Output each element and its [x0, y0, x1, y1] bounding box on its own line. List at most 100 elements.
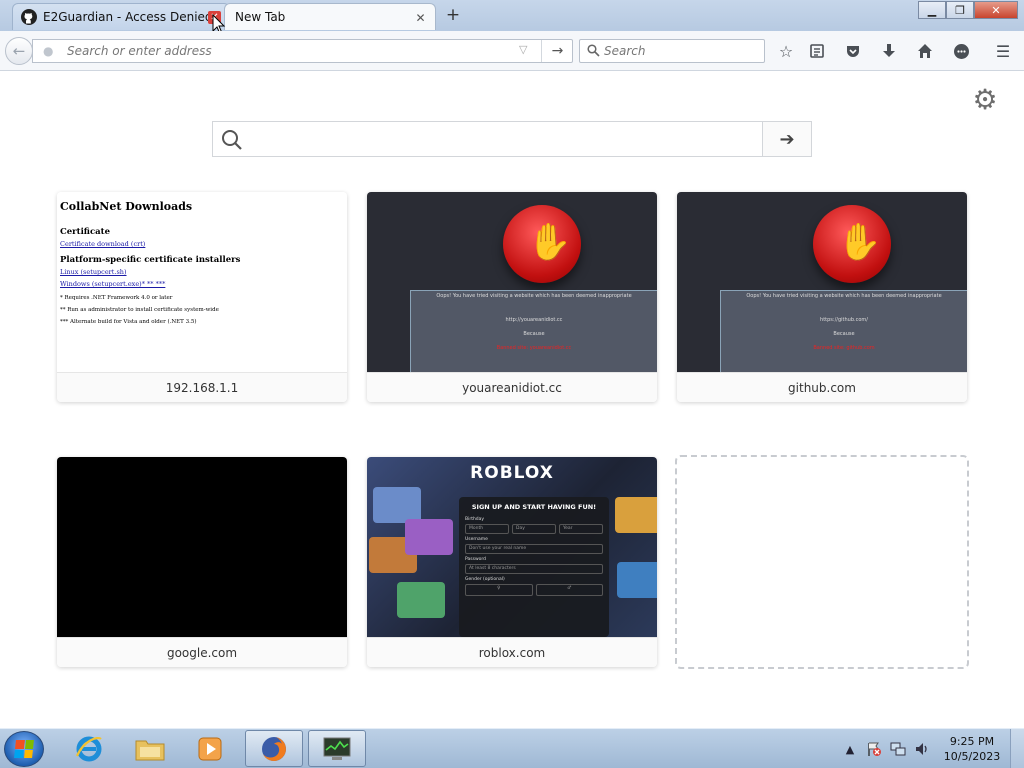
password-field: At least 8 characters — [465, 564, 603, 574]
blocked-reason: Banned site: github.com — [813, 345, 875, 351]
search-input[interactable] — [604, 44, 754, 58]
folder-icon[interactable] — [121, 730, 179, 767]
volume-icon[interactable] — [913, 740, 931, 758]
title-bar: E2Guardian - Access Denied ✕ New Tab ✕ +… — [0, 0, 1024, 32]
game-thumbnail — [617, 562, 657, 598]
restore-button[interactable]: ❐ — [946, 1, 974, 19]
taskbar: ▲ 9:25 PM 10/5/2023 — [0, 728, 1024, 768]
thumb-link: Linux (setupcert.sh) — [60, 268, 127, 276]
blocked-url: https://github.com/ — [820, 317, 868, 323]
url-bar[interactable]: ● ▽ → — [32, 39, 573, 63]
window-close-button[interactable]: ✕ — [974, 1, 1018, 19]
newtab-search-box[interactable]: ➔ — [212, 121, 812, 157]
close-icon[interactable]: ✕ — [414, 11, 427, 25]
firefox-icon[interactable] — [245, 730, 303, 767]
roblox-logo: ROBLOX — [470, 463, 554, 483]
thumb-link: Certificate download (crt) — [60, 240, 146, 248]
tab-new-tab[interactable]: New Tab ✕ — [224, 3, 436, 30]
window-controls: ▁ ❐ ✕ — [918, 1, 1018, 19]
tile-label: roblox.com — [367, 637, 657, 667]
tile-label: github.com — [677, 372, 967, 402]
task-manager-icon[interactable] — [308, 730, 366, 767]
search-icon — [222, 130, 242, 150]
gear-icon[interactable]: ⚙ — [969, 84, 1001, 116]
top-site-tile[interactable]: CollabNet Downloads Certificate Certific… — [57, 192, 347, 402]
chevron-down-icon[interactable]: ▽ — [519, 43, 527, 56]
username-label: Username — [465, 537, 488, 542]
download-icon[interactable] — [877, 39, 901, 63]
signup-form: SIGN UP AND START HAVING FUN! Birthday M… — [459, 497, 609, 637]
system-tray: ▲ 9:25 PM 10/5/2023 — [838, 729, 1024, 768]
start-button[interactable] — [4, 731, 44, 767]
hand-icon: ✋ — [527, 222, 572, 263]
top-site-tile[interactable]: google.com — [57, 457, 347, 667]
flag-icon[interactable] — [865, 740, 883, 758]
thumb-note: * Requires .NET Framework 4.0 or later — [60, 295, 173, 301]
hand-icon: ✋ — [837, 222, 882, 263]
month-select: Month — [465, 524, 509, 534]
game-thumbnail — [373, 487, 421, 523]
chevron-up-icon[interactable]: ▲ — [841, 740, 859, 758]
bookmark-star-icon[interactable]: ☆ — [774, 39, 798, 63]
game-thumbnail — [405, 519, 453, 555]
network-icon[interactable] — [889, 740, 907, 758]
blocked-reason: Banned site: youareanidiot.cc — [496, 345, 572, 351]
search-bar[interactable] — [579, 39, 765, 63]
pocket-icon[interactable] — [841, 39, 865, 63]
blocked-text: Oops! You have tried visiting a website … — [436, 293, 632, 299]
username-field: Don't use your real name — [465, 544, 603, 554]
male-icon: ♂ — [535, 584, 603, 596]
game-thumbnail — [615, 497, 657, 533]
menu-icon[interactable]: ☰ — [991, 39, 1015, 63]
thumb-heading: Certificate — [60, 227, 111, 237]
github-icon — [21, 9, 37, 25]
home-icon[interactable] — [913, 39, 937, 63]
thumb-note: *** Alternate build for Vista and older … — [60, 319, 197, 325]
system-clock[interactable]: 9:25 PM 10/5/2023 — [934, 734, 1010, 764]
clock-date: 10/5/2023 — [943, 750, 1001, 763]
forward-arrow-icon[interactable]: → — [541, 40, 573, 62]
top-site-tile[interactable]: ROBLOX SIGN UP AND START HAVING FUN! Bir… — [367, 457, 657, 667]
tile-thumbnail: ✋ Oops! You have tried visiting a websit… — [367, 192, 657, 372]
minimize-button[interactable]: ▁ — [918, 1, 946, 19]
top-site-tile[interactable]: ✋ Oops! You have tried visiting a websit… — [367, 192, 657, 402]
year-select: Year — [559, 524, 603, 534]
thumb-heading: Platform-specific certificate installers — [60, 255, 241, 265]
address-input[interactable] — [67, 43, 507, 59]
blocked-because: Because — [833, 331, 855, 337]
windows-logo-icon — [14, 740, 34, 758]
tile-thumbnail: ROBLOX SIGN UP AND START HAVING FUN! Bir… — [367, 457, 657, 637]
tile-thumbnail: CollabNet Downloads Certificate Certific… — [57, 192, 347, 372]
tab-title: New Tab — [235, 10, 286, 24]
gender-label: Gender (optional) — [465, 577, 505, 582]
blocked-url: http://youareanidiot.cc — [505, 317, 563, 323]
blocked-message-panel: Oops! You have tried visiting a website … — [410, 290, 657, 372]
tab-e2guardian[interactable]: E2Guardian - Access Denied ✕ — [12, 3, 230, 30]
blocked-text: Oops! You have tried visiting a website … — [746, 293, 942, 299]
forward-arrow-icon[interactable]: ➔ — [762, 122, 811, 156]
chat-icon[interactable] — [949, 39, 973, 63]
new-tab-page: ⚙ ➔ CollabNet Downloads Certificate Cert… — [0, 72, 1024, 728]
game-thumbnail — [397, 582, 445, 618]
reading-list-icon[interactable] — [805, 39, 829, 63]
ie-icon[interactable] — [60, 730, 118, 767]
tile-label: youareanidiot.cc — [367, 372, 657, 402]
password-label: Password — [465, 557, 487, 562]
page-identity-icon: ● — [43, 44, 54, 58]
tile-thumbnail: ✋ Oops! You have tried visiting a websit… — [677, 192, 967, 372]
plus-icon[interactable]: + — [445, 6, 461, 24]
thumb-note: ** Run as administrator to install certi… — [60, 307, 219, 313]
back-arrow-icon[interactable]: ← — [5, 37, 33, 65]
search-icon — [587, 44, 600, 57]
media-player-icon[interactable] — [181, 730, 239, 767]
tab-title: E2Guardian - Access Denied — [43, 10, 213, 24]
newtab-search-input[interactable] — [251, 130, 751, 150]
thumb-link: Windows (setupcert.exe)* ** *** — [60, 280, 166, 288]
show-desktop-button[interactable] — [1010, 729, 1024, 768]
empty-tile-placeholder — [675, 455, 969, 669]
tile-label: google.com — [57, 637, 347, 667]
blocked-because: Because — [523, 331, 545, 337]
top-site-tile[interactable]: ✋ Oops! You have tried visiting a websit… — [677, 192, 967, 402]
birthday-label: Birthday — [465, 517, 485, 522]
navigation-toolbar: ● ▽ → ← ☆ ☰ — [0, 31, 1024, 71]
